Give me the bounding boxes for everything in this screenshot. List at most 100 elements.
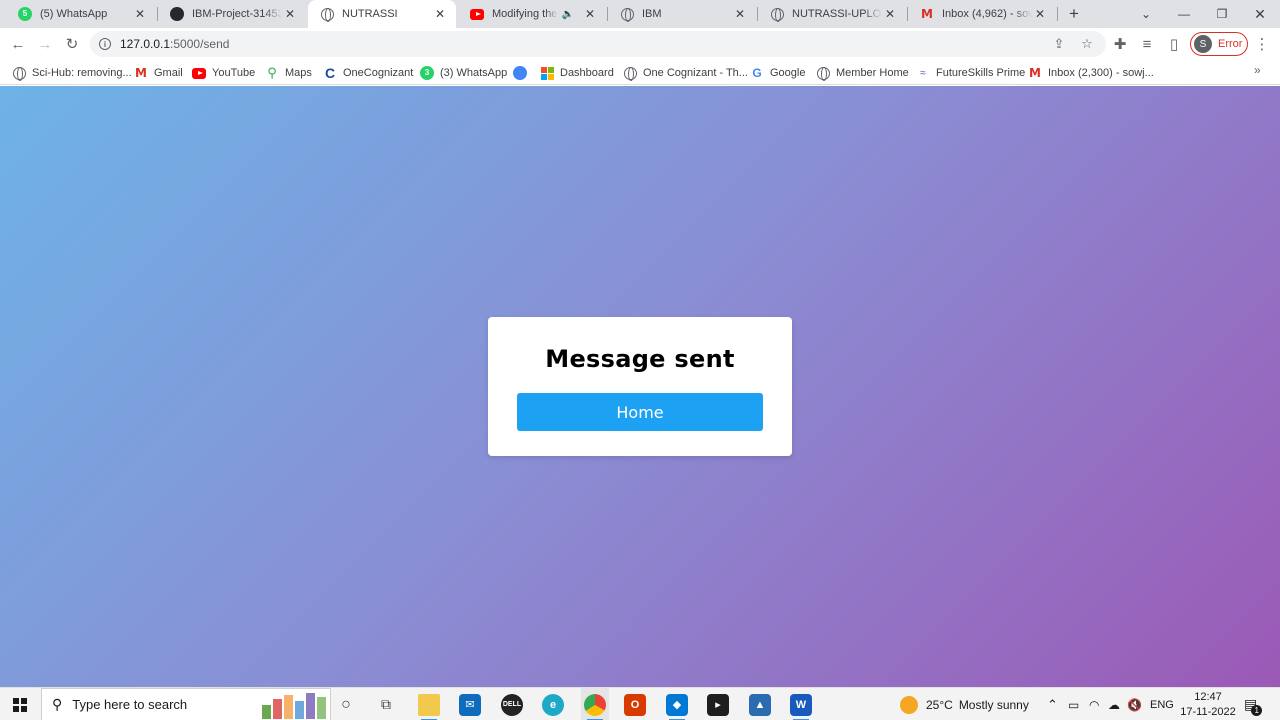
bookmark-label: Member Home bbox=[836, 67, 909, 79]
gmail-icon: M bbox=[135, 66, 147, 80]
gmail-icon: M bbox=[921, 7, 933, 21]
bookmark-youtube[interactable]: YouTube bbox=[192, 64, 255, 82]
taskbar-search-box[interactable]: ⚲ Type here to search bbox=[41, 688, 331, 720]
windows-taskbar: ⚲ Type here to search ○ ⧉ ✉ DELL e O ◆ ▸… bbox=[0, 687, 1280, 720]
battery-icon[interactable]: ▭ bbox=[1068, 688, 1079, 720]
word-icon[interactable]: W bbox=[787, 688, 815, 720]
maps-pin-icon: ⚲ bbox=[267, 65, 277, 80]
globe-icon bbox=[623, 66, 637, 81]
more-menu-icon[interactable]: ⋮ bbox=[1250, 32, 1274, 56]
extensions-puzzle-icon[interactable]: ✚ bbox=[1108, 32, 1132, 56]
notification-center-icon[interactable]: ▤ 1 bbox=[1244, 688, 1263, 720]
share-icon[interactable]: ⇪ bbox=[1050, 35, 1068, 53]
tab-close-icon[interactable]: ✕ bbox=[132, 6, 148, 22]
tab-close-icon[interactable]: ✕ bbox=[732, 6, 748, 22]
profile-error-button[interactable]: S Error bbox=[1190, 32, 1248, 56]
new-tab-plus-icon[interactable]: + bbox=[1064, 4, 1084, 24]
tab-close-icon[interactable]: ✕ bbox=[582, 6, 598, 22]
show-hidden-icons-chevron-up-icon[interactable]: ⌃ bbox=[1047, 688, 1058, 720]
tab-search-chevron-down-icon[interactable]: ⌄ bbox=[1127, 0, 1165, 28]
tab-close-icon[interactable]: ✕ bbox=[882, 6, 898, 22]
bookmark-futureskills[interactable]: ≈ FutureSkills Prime bbox=[916, 64, 1025, 82]
start-windows-logo-icon[interactable] bbox=[0, 688, 40, 720]
office-icon[interactable]: O bbox=[621, 688, 649, 720]
restore-icon[interactable]: ❐ bbox=[1203, 0, 1241, 28]
minimize-icon[interactable]: — bbox=[1165, 0, 1203, 28]
tab-title: Modifying the Fla bbox=[492, 8, 558, 20]
globe-icon bbox=[816, 66, 830, 81]
wifi-icon[interactable]: ◠ bbox=[1089, 688, 1099, 720]
bookmark-dashboard[interactable]: Dashboard bbox=[540, 64, 614, 82]
vscode-icon[interactable]: ◆ bbox=[663, 688, 691, 720]
bookmark-whatsapp[interactable]: 3 (3) WhatsApp bbox=[420, 64, 507, 82]
bookmark-maps[interactable]: ⚲ Maps bbox=[265, 64, 312, 82]
reload-icon[interactable]: ↻ bbox=[60, 32, 84, 56]
cortana-circle-icon[interactable]: ○ bbox=[333, 688, 359, 720]
clock-time: 12:47 bbox=[1194, 691, 1222, 703]
bookmark-onecognizant[interactable]: C OneCognizant bbox=[323, 64, 413, 82]
bookmark-one-cognizant[interactable]: One Cognizant - Th... bbox=[623, 64, 748, 82]
tab-nutrassi-upload[interactable]: NUTRASSI-UPLOAD IM ✕ bbox=[758, 0, 906, 28]
tab-close-icon[interactable]: ✕ bbox=[1032, 6, 1048, 22]
whatsapp-icon: 5 bbox=[18, 7, 32, 21]
bookmark-star-icon[interactable]: ☆ bbox=[1078, 35, 1096, 53]
address-bar[interactable]: i 127.0.0.1:5000/send ⇪ ☆ bbox=[90, 31, 1106, 57]
window-close-icon[interactable]: ✕ bbox=[1241, 0, 1279, 28]
notification-count-badge: 1 bbox=[1251, 705, 1263, 716]
avatar: S bbox=[1194, 35, 1212, 53]
task-view-icon[interactable]: ⧉ bbox=[372, 688, 400, 720]
bookmark-docs[interactable] bbox=[513, 64, 533, 82]
terminal-icon[interactable]: ▸ bbox=[704, 688, 732, 720]
bookmark-google[interactable]: G Google bbox=[750, 64, 805, 82]
tab-close-icon[interactable]: ✕ bbox=[432, 6, 448, 22]
language-indicator[interactable]: ENG bbox=[1150, 688, 1174, 720]
bookmark-label: Google bbox=[770, 67, 806, 79]
message-card: Message sent Home bbox=[488, 317, 792, 456]
bookmark-label: Maps bbox=[285, 67, 312, 79]
media-queue-icon[interactable]: ≡ bbox=[1135, 32, 1159, 56]
tab-whatsapp[interactable]: 5 (5) WhatsApp ✕ bbox=[6, 0, 156, 28]
bookmark-inbox[interactable]: M Inbox (2,300) - sowj... bbox=[1028, 64, 1154, 82]
search-icon: ⚲ bbox=[52, 696, 63, 712]
search-placeholder: Type here to search bbox=[72, 697, 188, 712]
tab-ibm[interactable]: IBM ✕ bbox=[608, 0, 756, 28]
docs-icon bbox=[513, 66, 527, 80]
dell-icon[interactable]: DELL bbox=[498, 688, 526, 720]
volume-muted-icon[interactable]: 🔇 bbox=[1127, 688, 1142, 720]
home-button[interactable]: Home bbox=[517, 393, 763, 431]
bookmark-scihub[interactable]: Sci-Hub: removing... bbox=[12, 64, 132, 82]
onedrive-cloud-icon[interactable]: ☁ bbox=[1108, 688, 1120, 720]
tab-nutrassi-active[interactable]: NUTRASSI ✕ bbox=[308, 0, 456, 28]
weather-temperature: 25°C bbox=[926, 697, 953, 712]
photos-icon[interactable]: ▲ bbox=[746, 688, 774, 720]
youtube-icon bbox=[192, 66, 206, 80]
google-icon: G bbox=[752, 66, 762, 80]
edge-icon[interactable]: e bbox=[539, 688, 567, 720]
system-clock[interactable]: 12:47 17-11-2022 bbox=[1176, 690, 1240, 720]
tab-github[interactable]: IBM-Project-31453-16 ✕ bbox=[158, 0, 306, 28]
browser-toolbar: ← → ↻ i 127.0.0.1:5000/send ⇪ ☆ ✚ ≡ ▯ S … bbox=[0, 28, 1280, 60]
file-explorer-icon[interactable] bbox=[415, 688, 443, 720]
side-panel-icon[interactable]: ▯ bbox=[1162, 32, 1186, 56]
chrome-icon[interactable] bbox=[581, 688, 609, 720]
tab-title: (5) WhatsApp bbox=[40, 8, 108, 20]
mail-icon[interactable]: ✉ bbox=[456, 688, 484, 720]
bookmark-gmail[interactable]: M Gmail bbox=[134, 64, 183, 82]
tab-close-icon[interactable]: ✕ bbox=[282, 6, 298, 22]
tab-title: IBM-Project-31453-16 bbox=[192, 8, 282, 20]
bookmark-label: Inbox (2,300) - sowj... bbox=[1048, 67, 1154, 79]
message-title: Message sent bbox=[545, 345, 735, 373]
browser-tab-strip: 5 (5) WhatsApp ✕ IBM-Project-31453-16 ✕ … bbox=[0, 0, 1280, 28]
tab-gmail-inbox[interactable]: M Inbox (4,962) - sowj19 ✕ bbox=[908, 0, 1056, 28]
url-text[interactable]: 127.0.0.1:5000/send bbox=[120, 37, 229, 51]
site-info-icon[interactable]: i bbox=[99, 38, 111, 50]
bookmark-label: OneCognizant bbox=[343, 67, 414, 79]
weather-widget[interactable]: 25°C Mostly sunny bbox=[900, 688, 1029, 720]
bookmark-member-home[interactable]: Member Home bbox=[816, 64, 909, 82]
tab-youtube[interactable]: Modifying the Fla 🔈 ✕ bbox=[458, 0, 606, 28]
speaker-muted-icon[interactable]: 🔈 bbox=[562, 9, 574, 20]
back-arrow-icon[interactable]: ← bbox=[6, 32, 30, 56]
bookmarks-overflow-chevron-icon[interactable]: » bbox=[1254, 63, 1261, 77]
forward-arrow-icon[interactable]: → bbox=[33, 32, 57, 56]
bookmark-label: (3) WhatsApp bbox=[440, 67, 508, 79]
